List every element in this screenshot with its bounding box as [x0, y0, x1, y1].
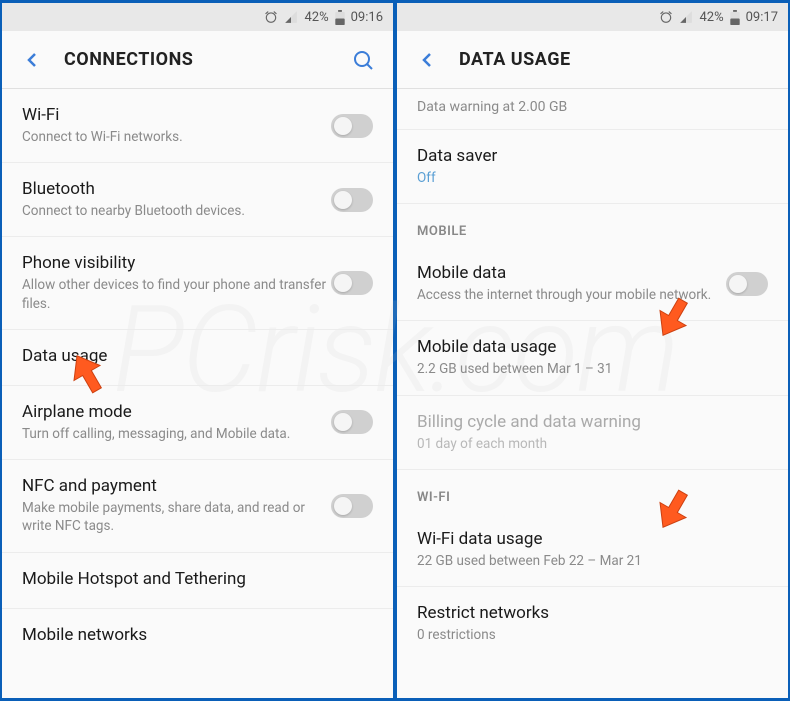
mobile-networks-item[interactable]: Mobile networks: [2, 609, 393, 664]
data-usage-item[interactable]: Data usage: [2, 330, 393, 386]
data-usage-screen: 42% 09:17 DATA USAGE Data warning at 2.0…: [397, 3, 788, 698]
item-title: NFC and payment: [22, 476, 331, 496]
data-saver-item[interactable]: Data saver Off: [397, 130, 788, 204]
bluetooth-toggle[interactable]: [331, 188, 373, 212]
header: DATA USAGE: [397, 31, 788, 89]
status-bar: 42% 09:16: [2, 3, 393, 31]
billing-cycle-item[interactable]: Billing cycle and data warning 01 day of…: [397, 396, 788, 470]
item-subtitle: 2.2 GB used between Mar 1 – 31: [417, 360, 768, 378]
clock: 09:17: [746, 10, 778, 25]
airplane-mode-item[interactable]: Airplane mode Turn off calling, messagin…: [2, 386, 393, 460]
wifi-data-usage-item[interactable]: Wi-Fi data usage 22 GB used between Feb …: [397, 513, 788, 587]
mobile-section-header: MOBILE: [397, 204, 788, 247]
clock: 09:16: [351, 10, 383, 25]
back-button[interactable]: [415, 48, 439, 72]
item-title: Bluetooth: [22, 179, 331, 199]
connections-screen: 42% 09:16 CONNECTIONS Wi-Fi Connect to W…: [2, 3, 393, 698]
search-button[interactable]: [351, 48, 375, 72]
airplane-toggle[interactable]: [331, 410, 373, 434]
item-title: Mobile networks: [22, 625, 373, 645]
item-subtitle: 01 day of each month: [417, 435, 768, 453]
mobile-data-toggle[interactable]: [726, 272, 768, 296]
item-subtitle: Connect to nearby Bluetooth devices.: [22, 202, 331, 220]
item-title: Data usage: [22, 346, 373, 366]
nfc-payment-item[interactable]: NFC and payment Make mobile payments, sh…: [2, 460, 393, 552]
status-bar: 42% 09:17: [397, 3, 788, 31]
item-subtitle: Off: [417, 169, 768, 187]
item-title: Data saver: [417, 146, 768, 166]
phone-visibility-toggle[interactable]: [331, 271, 373, 295]
item-subtitle: 22 GB used between Feb 22 – Mar 21: [417, 552, 768, 570]
hotspot-item[interactable]: Mobile Hotspot and Tethering: [2, 553, 393, 609]
mobile-data-item[interactable]: Mobile data Access the internet through …: [397, 247, 788, 321]
item-title: Mobile Hotspot and Tethering: [22, 569, 373, 589]
battery-icon: [730, 10, 740, 25]
alarm-icon: [264, 10, 278, 24]
item-title: Restrict networks: [417, 603, 768, 623]
item-title: Mobile data usage: [417, 337, 768, 357]
bluetooth-item[interactable]: Bluetooth Connect to nearby Bluetooth de…: [2, 163, 393, 237]
mobile-data-usage-item[interactable]: Mobile data usage 2.2 GB used between Ma…: [397, 321, 788, 395]
alarm-icon: [659, 10, 673, 24]
item-title: Billing cycle and data warning: [417, 412, 768, 432]
wifi-toggle[interactable]: [331, 114, 373, 138]
item-subtitle: 0 restrictions: [417, 626, 768, 644]
item-subtitle: Allow other devices to find your phone a…: [22, 276, 331, 312]
settings-list: Data warning at 2.00 GB Data saver Off M…: [397, 89, 788, 698]
restrict-networks-item[interactable]: Restrict networks 0 restrictions: [397, 587, 788, 660]
item-subtitle: Access the internet through your mobile …: [417, 286, 726, 304]
battery-percent: 42%: [304, 10, 328, 25]
signal-icon: [679, 10, 693, 24]
battery-percent: 42%: [699, 10, 723, 25]
item-title: Mobile data: [417, 263, 726, 283]
signal-icon: [284, 10, 298, 24]
item-subtitle: Turn off calling, messaging, and Mobile …: [22, 425, 331, 443]
header: CONNECTIONS: [2, 31, 393, 89]
header-title: DATA USAGE: [459, 49, 770, 70]
phone-visibility-item[interactable]: Phone visibility Allow other devices to …: [2, 237, 393, 329]
item-subtitle: Connect to Wi-Fi networks.: [22, 128, 331, 146]
item-title: Wi-Fi data usage: [417, 529, 768, 549]
item-title: Wi-Fi: [22, 105, 331, 125]
wifi-item[interactable]: Wi-Fi Connect to Wi-Fi networks.: [2, 89, 393, 163]
item-title: Airplane mode: [22, 402, 331, 422]
header-title: CONNECTIONS: [64, 49, 351, 70]
wifi-section-header: WI-FI: [397, 470, 788, 513]
battery-icon: [335, 10, 345, 25]
item-title: Phone visibility: [22, 253, 331, 273]
settings-list: Wi-Fi Connect to Wi-Fi networks. Bluetoo…: [2, 89, 393, 698]
back-button[interactable]: [20, 48, 44, 72]
nfc-toggle[interactable]: [331, 494, 373, 518]
data-warning-text: Data warning at 2.00 GB: [397, 89, 788, 130]
item-subtitle: Make mobile payments, share data, and re…: [22, 499, 331, 535]
